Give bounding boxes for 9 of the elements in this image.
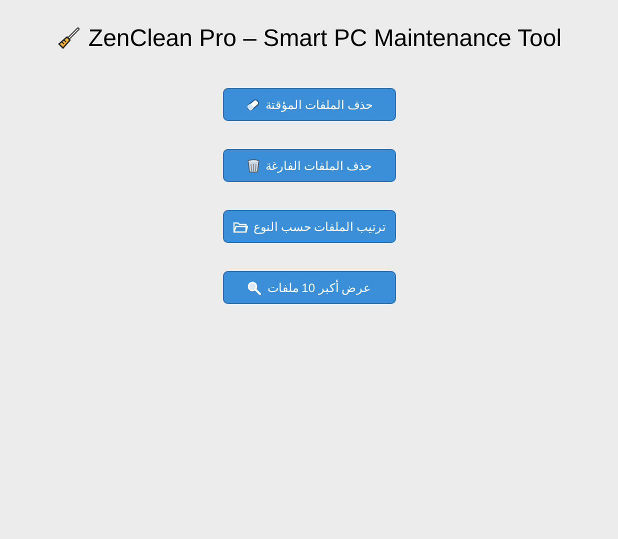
action-button[interactable]: حذف الملفات المؤقتة [222,88,396,121]
brush-icon [56,27,80,51]
folder-icon [232,220,248,232]
trash-icon [246,158,260,172]
action-button[interactable]: عرض أكبر 10 ملفات [222,271,396,304]
app-title: ZenClean Pro – Smart PC Maintenance Tool [88,24,562,54]
search-icon [247,280,262,294]
action-button[interactable]: حذف الملفات الفارغة [222,149,396,182]
action-button[interactable]: ترتيب الملفات حسب النوع [222,210,396,243]
